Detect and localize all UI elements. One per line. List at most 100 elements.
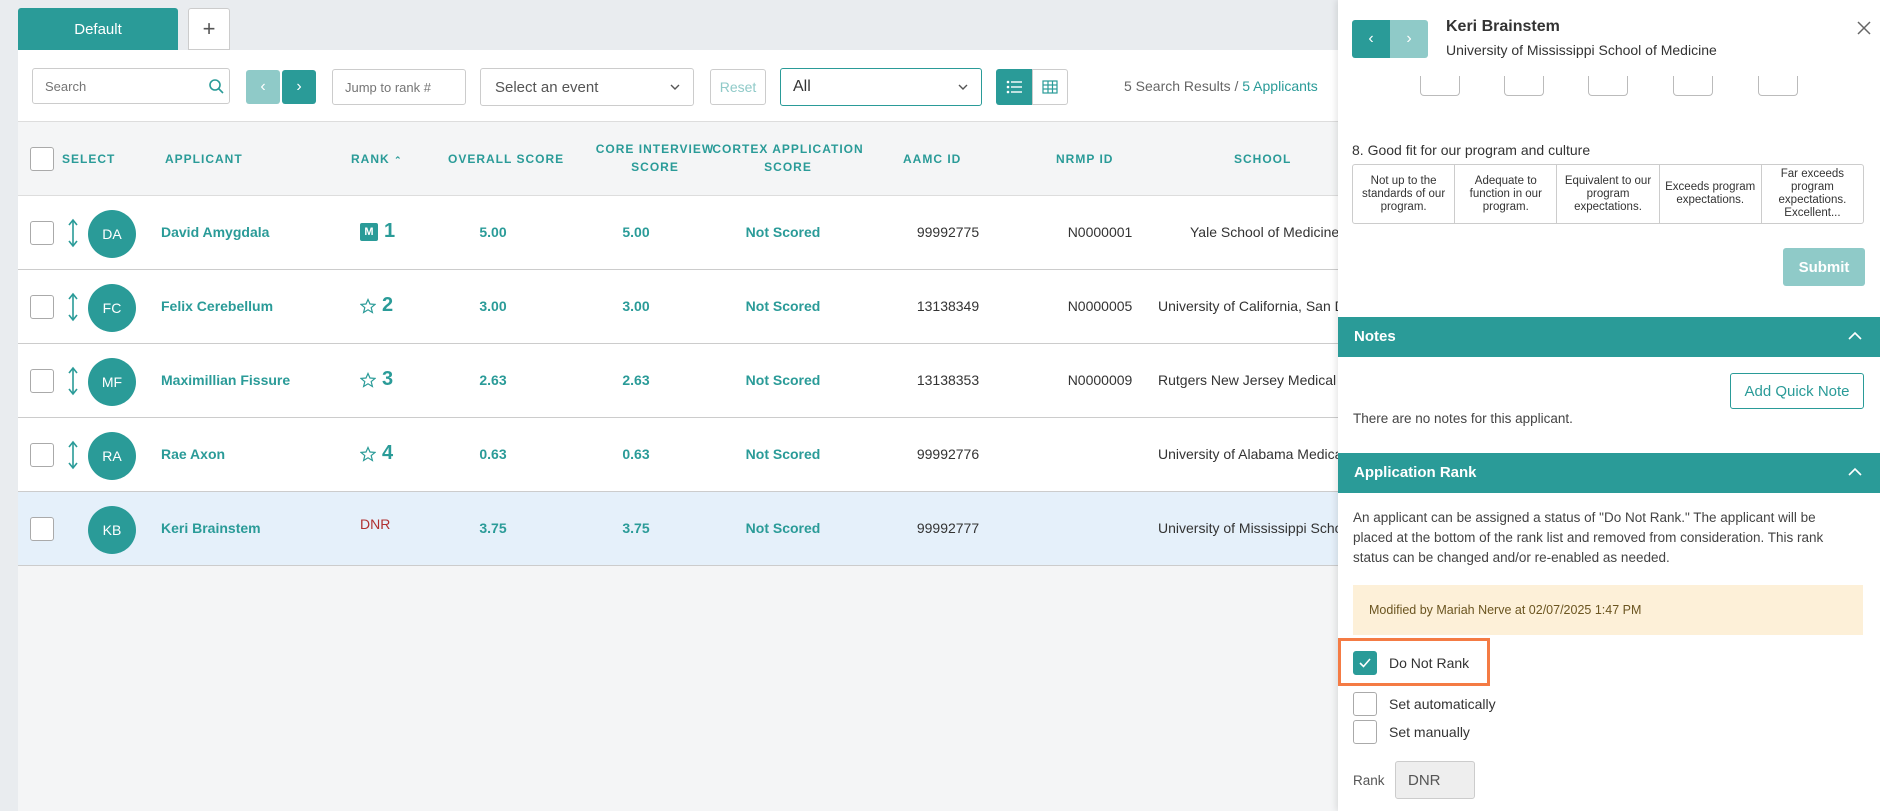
- sort-asc-icon: ⌃: [394, 155, 403, 165]
- school-name: Rutgers New Jersey Medical: [1158, 372, 1337, 388]
- add-tab-button[interactable]: +: [188, 8, 230, 50]
- detail-applicant-school: University of Mississippi School of Medi…: [1446, 42, 1717, 58]
- question-8-label: 8. Good fit for our program and culture: [1352, 142, 1591, 158]
- row-checkbox[interactable]: [30, 517, 54, 541]
- next-applicant-button[interactable]: ›: [1390, 20, 1428, 58]
- do-not-rank-checkbox[interactable]: [1353, 651, 1377, 675]
- drag-handle-icon[interactable]: [66, 292, 80, 322]
- table-row[interactable]: RA Rae Axon 4 0.63 0.63 Not Scored 99992776 Uni…: [18, 418, 1342, 492]
- header-select: SELECT: [62, 152, 116, 166]
- star-icon[interactable]: [360, 445, 376, 462]
- chevron-up-icon: [1848, 331, 1862, 340]
- header-school[interactable]: SCHOOL: [1234, 150, 1291, 168]
- row-checkbox[interactable]: [30, 369, 54, 393]
- applicant-name-link[interactable]: Maximillian Fissure: [161, 372, 290, 388]
- cortex-score: Not Scored: [745, 298, 821, 314]
- previous-applicant-button[interactable]: ‹: [1352, 20, 1390, 58]
- event-select[interactable]: Select an event: [480, 68, 694, 106]
- scale-option-2[interactable]: Adequate to function in our program.: [1455, 165, 1558, 223]
- applicant-name-link[interactable]: David Amygdala: [161, 224, 269, 240]
- chevron-left-icon: ‹: [260, 78, 266, 95]
- list-view-button[interactable]: [996, 69, 1032, 105]
- add-quick-note-button[interactable]: Add Quick Note: [1730, 373, 1864, 409]
- drag-handle-icon[interactable]: [66, 440, 80, 470]
- header-cortex[interactable]: CORTEX APPLICATION SCORE: [708, 140, 868, 176]
- header-applicant[interactable]: APPLICANT: [165, 150, 243, 168]
- set-automatically-checkbox[interactable]: [1353, 692, 1377, 716]
- drag-handle-icon[interactable]: [66, 218, 80, 248]
- reset-button[interactable]: Reset: [710, 69, 766, 105]
- set-manually-option[interactable]: Set manually: [1353, 720, 1470, 744]
- rating-box[interactable]: [1504, 76, 1544, 96]
- scale-option-3[interactable]: Equivalent to our program expectations.: [1557, 165, 1660, 223]
- notes-title: Notes: [1354, 328, 1396, 345]
- event-select-value: Select an event: [495, 79, 599, 96]
- set-automatically-label: Set automatically: [1389, 696, 1496, 712]
- do-not-rank-option[interactable]: Do Not Rank: [1353, 651, 1469, 675]
- set-automatically-option[interactable]: Set automatically: [1353, 692, 1496, 716]
- rating-box[interactable]: [1420, 76, 1460, 96]
- table-row[interactable]: FC Felix Cerebellum 2 3.00 3.00 Not Scored 131…: [18, 270, 1345, 344]
- jump-to-rank-input[interactable]: [332, 69, 466, 105]
- star-icon[interactable]: [360, 371, 376, 388]
- table-row[interactable]: DA David Amygdala M 1 5.00 5.00 Not Scored 9999…: [18, 196, 1340, 270]
- rank-cell: DNR: [360, 516, 390, 532]
- tab-default[interactable]: Default: [18, 8, 178, 50]
- rank-field-label: Rank: [1353, 773, 1385, 788]
- notes-section-header[interactable]: Notes: [1338, 317, 1880, 357]
- chevron-down-icon: [958, 84, 968, 90]
- cortex-score: Not Scored: [745, 224, 821, 240]
- applicants-link[interactable]: 5 Applicants: [1242, 78, 1318, 94]
- next-page-button[interactable]: ›: [282, 70, 316, 104]
- chevron-down-icon: [670, 84, 680, 90]
- rating-box[interactable]: [1673, 76, 1713, 96]
- applicant-name-link[interactable]: Felix Cerebellum: [161, 298, 273, 314]
- overall-score: 2.63: [479, 372, 507, 388]
- star-icon[interactable]: [360, 297, 376, 314]
- scale-option-5[interactable]: Far exceeds program expectations. Excell…: [1762, 165, 1863, 223]
- set-manually-checkbox[interactable]: [1353, 720, 1377, 744]
- row-checkbox[interactable]: [30, 443, 54, 467]
- aamc-id: 99992776: [916, 446, 980, 462]
- application-rank-section-header[interactable]: Application Rank: [1338, 453, 1880, 493]
- core-interview-score: 2.63: [622, 372, 650, 388]
- school-name: University of Alabama Medica: [1158, 446, 1343, 462]
- core-interview-score: 3.75: [622, 520, 650, 536]
- applicant-name-link[interactable]: Keri Brainstem: [161, 520, 261, 536]
- drag-handle-icon[interactable]: [66, 366, 80, 396]
- scale-option-1[interactable]: Not up to the standards of our program.: [1353, 165, 1456, 223]
- overall-score: 3.00: [479, 298, 507, 314]
- results-count: 5 Search Results / 5 Applicants: [1124, 78, 1318, 94]
- header-aamc[interactable]: AAMC ID: [903, 150, 961, 168]
- rank-value: 3: [382, 368, 394, 390]
- rank-value: 1: [384, 220, 396, 242]
- table-row[interactable]: KB Keri Brainstem DNR 3.75 3.75 Not Scored 999…: [18, 492, 1342, 566]
- nrmp-id: N0000005: [1067, 298, 1133, 314]
- search-icon[interactable]: [208, 78, 224, 94]
- avatar: KB: [88, 506, 136, 554]
- row-checkbox[interactable]: [30, 295, 54, 319]
- grid-view-button[interactable]: [1032, 69, 1068, 105]
- rating-box[interactable]: [1758, 76, 1798, 96]
- filter-select-value: All: [793, 78, 811, 95]
- close-icon[interactable]: [1856, 20, 1872, 36]
- filter-select[interactable]: All: [780, 68, 982, 106]
- select-all-checkbox[interactable]: [30, 147, 54, 171]
- header-overall[interactable]: OVERALL SCORE: [448, 150, 564, 168]
- rank-value: DNR: [360, 516, 391, 532]
- previous-page-button[interactable]: ‹: [246, 70, 280, 104]
- search-input[interactable]: [32, 68, 230, 104]
- rating-box[interactable]: [1588, 76, 1628, 96]
- header-nrmp[interactable]: NRMP ID: [1056, 150, 1113, 168]
- set-manually-label: Set manually: [1389, 724, 1470, 740]
- school-name: Yale School of Medicine: [1190, 224, 1340, 240]
- header-cortex-line2: SCORE: [764, 160, 812, 174]
- submit-button[interactable]: Submit: [1783, 248, 1865, 286]
- table-row[interactable]: MF Maximillian Fissure 3 2.63 2.63 Not Scored…: [18, 344, 1338, 418]
- scale-option-4[interactable]: Exceeds program expectations.: [1660, 165, 1762, 223]
- aamc-id: 99992777: [916, 520, 980, 536]
- applicant-name-link[interactable]: Rae Axon: [161, 446, 225, 462]
- table-header: SELECT APPLICANT RANK ⌃ OVERALL SCORE CO…: [18, 122, 1338, 196]
- header-rank[interactable]: RANK ⌃: [351, 150, 403, 169]
- row-checkbox[interactable]: [30, 221, 54, 245]
